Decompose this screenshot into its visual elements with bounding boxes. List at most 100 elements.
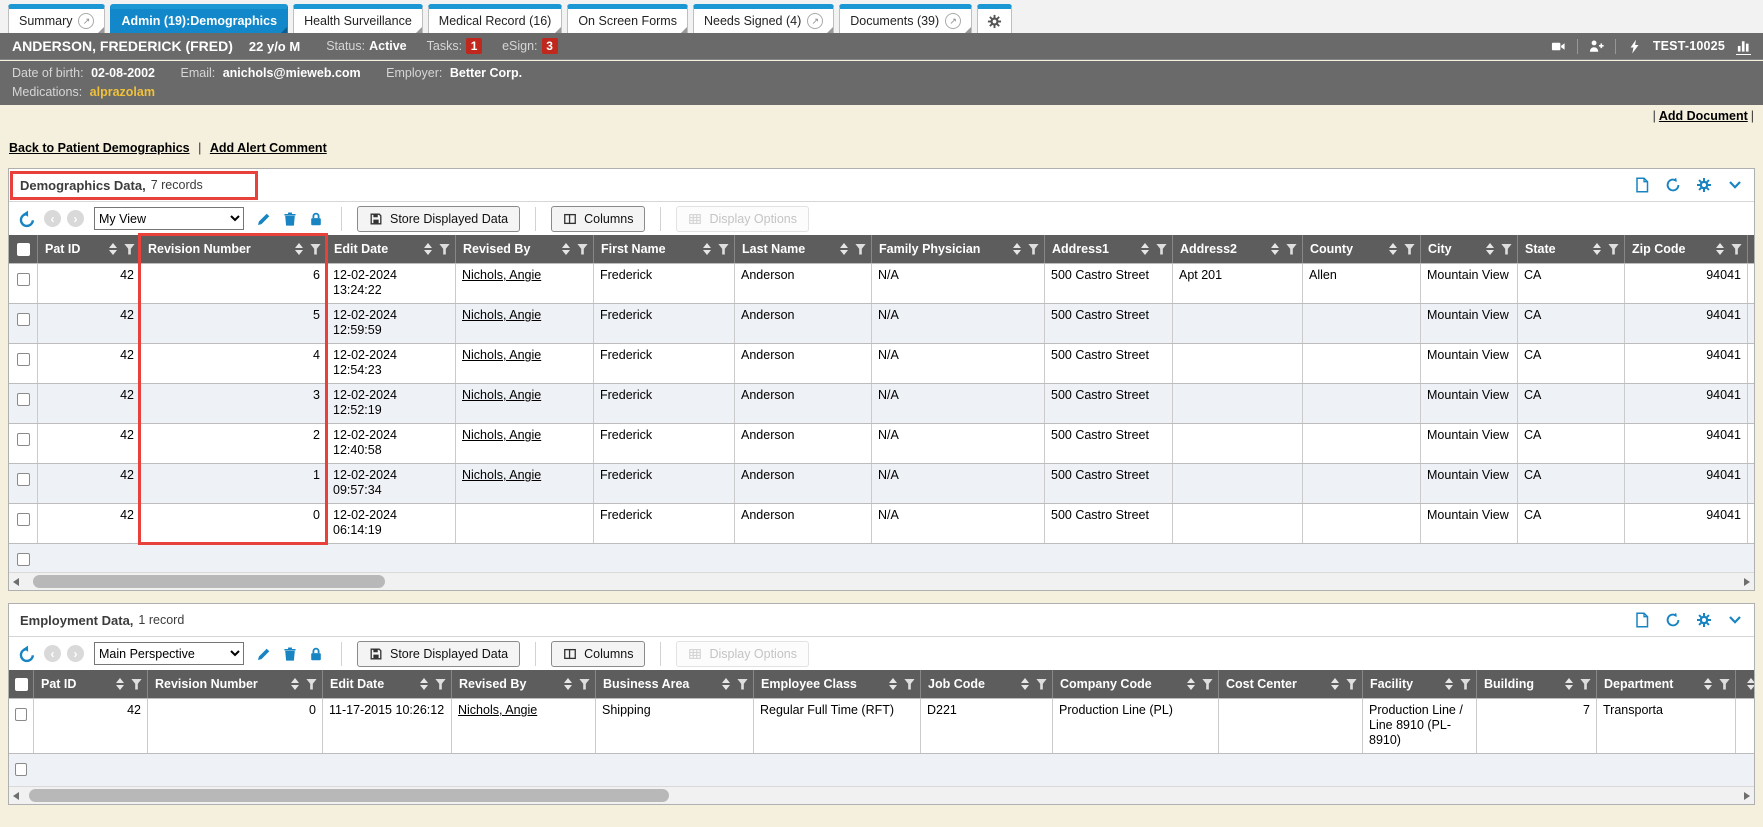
collapse-chevron-icon[interactable]: [1727, 177, 1743, 193]
popout-icon[interactable]: ↗: [945, 13, 961, 29]
nav-back-icon[interactable]: ‹: [44, 210, 61, 227]
column-header-pat-id[interactable]: Pat ID: [33, 670, 147, 698]
lock-view-icon[interactable]: [306, 646, 326, 662]
filter-icon[interactable]: [1580, 679, 1591, 690]
row-checkbox[interactable]: [15, 708, 27, 721]
column-header-edit-date[interactable]: Edit Date: [322, 670, 451, 698]
filter-icon[interactable]: [718, 244, 729, 255]
add-alert-comment-link[interactable]: Add Alert Comment: [210, 141, 327, 155]
tab-on-screen-forms[interactable]: On Screen Forms: [567, 4, 688, 33]
edit-view-pencil-icon[interactable]: [254, 646, 274, 662]
nav-back-icon[interactable]: ‹: [44, 645, 61, 662]
filter-icon[interactable]: [1036, 679, 1047, 690]
tab-documents-39[interactable]: Documents (39)↗: [839, 4, 972, 33]
chart-icon-link[interactable]: [1736, 38, 1751, 55]
column-header-h[interactable]: H: [1735, 670, 1754, 698]
sort-icon[interactable]: [1593, 243, 1601, 255]
delete-view-trash-icon[interactable]: [280, 646, 300, 662]
columns-button[interactable]: Columns: [551, 206, 645, 232]
column-header-revised-by[interactable]: Revised By: [451, 670, 595, 698]
sort-icon[interactable]: [722, 678, 730, 690]
filter-icon[interactable]: [435, 679, 446, 690]
column-header-first-name[interactable]: First Name: [593, 235, 734, 263]
sort-icon[interactable]: [1486, 243, 1494, 255]
column-header-employee-class[interactable]: Employee Class: [753, 670, 920, 698]
sort-icon[interactable]: [1271, 243, 1279, 255]
sort-icon[interactable]: [1704, 678, 1712, 690]
h-scrollbar[interactable]: [9, 572, 1754, 590]
settings-gear-icon[interactable]: [1696, 612, 1712, 628]
sort-icon[interactable]: [1716, 243, 1724, 255]
filter-icon[interactable]: [1719, 679, 1730, 690]
sort-icon[interactable]: [1331, 678, 1339, 690]
delete-view-trash-icon[interactable]: [280, 211, 300, 227]
column-header-city[interactable]: City: [1420, 235, 1517, 263]
sort-icon[interactable]: [291, 678, 299, 690]
collapse-chevron-icon[interactable]: [1727, 612, 1743, 628]
sort-icon[interactable]: [1187, 678, 1195, 690]
column-header-revision-number[interactable]: Revision Number: [140, 235, 326, 263]
refresh-icon[interactable]: [1665, 177, 1681, 193]
view-select[interactable]: My View: [94, 207, 244, 230]
sort-icon[interactable]: [840, 243, 848, 255]
back-to-demographics-link[interactable]: Back to Patient Demographics: [9, 141, 190, 155]
scroll-right-arrow[interactable]: [1744, 792, 1750, 800]
row-checkbox[interactable]: [17, 513, 30, 526]
column-header-facility[interactable]: Facility: [1362, 670, 1476, 698]
filter-icon[interactable]: [1028, 244, 1039, 255]
undo-icon[interactable]: [16, 210, 38, 228]
refresh-icon[interactable]: [1665, 612, 1681, 628]
filter-icon[interactable]: [1156, 244, 1167, 255]
column-header-company-code[interactable]: Company Code: [1052, 670, 1218, 698]
store-displayed-data-button[interactable]: Store Displayed Data: [357, 206, 520, 232]
select-all-checkbox[interactable]: [9, 670, 33, 698]
document-icon[interactable]: [1634, 612, 1650, 628]
row-checkbox[interactable]: [17, 553, 30, 566]
row-checkbox[interactable]: [17, 433, 30, 446]
esign-count-badge[interactable]: 3: [542, 38, 558, 54]
column-header-zip-code[interactable]: Zip Code: [1624, 235, 1747, 263]
filter-icon[interactable]: [737, 679, 748, 690]
filter-icon[interactable]: [1608, 244, 1619, 255]
column-header-job-code[interactable]: Job Code: [920, 670, 1052, 698]
h-scroll-thumb[interactable]: [33, 575, 385, 588]
sort-icon[interactable]: [562, 243, 570, 255]
column-header-address1[interactable]: Address1: [1044, 235, 1172, 263]
lightning-bolt-icon[interactable]: [1627, 39, 1642, 54]
sort-icon[interactable]: [564, 678, 572, 690]
filter-icon[interactable]: [131, 679, 142, 690]
column-header-address2[interactable]: Address2: [1172, 235, 1302, 263]
revised-by-link[interactable]: Nichols, Angie: [462, 428, 541, 442]
medication-link[interactable]: alprazolam: [90, 85, 155, 99]
filter-icon[interactable]: [1202, 679, 1213, 690]
filter-icon[interactable]: [439, 244, 450, 255]
column-header-edit-date[interactable]: Edit Date: [326, 235, 455, 263]
columns-button[interactable]: Columns: [551, 641, 645, 667]
filter-icon[interactable]: [124, 244, 135, 255]
document-icon[interactable]: [1634, 177, 1650, 193]
revised-by-link[interactable]: Nichols, Angie: [462, 468, 541, 482]
sort-icon[interactable]: [1013, 243, 1021, 255]
popout-icon[interactable]: ↗: [807, 13, 823, 29]
sort-icon[interactable]: [703, 243, 711, 255]
row-checkbox[interactable]: [17, 473, 30, 486]
row-checkbox[interactable]: [17, 273, 30, 286]
sort-icon[interactable]: [1747, 678, 1754, 690]
revised-by-link[interactable]: Nichols, Angie: [462, 348, 541, 362]
filter-icon[interactable]: [1404, 244, 1415, 255]
add-person-icon[interactable]: [1589, 39, 1604, 54]
column-header-pat-id[interactable]: Pat ID: [37, 235, 140, 263]
sort-icon[interactable]: [1445, 678, 1453, 690]
undo-icon[interactable]: [16, 645, 38, 663]
lock-view-icon[interactable]: [306, 211, 326, 227]
sort-icon[interactable]: [116, 678, 124, 690]
tab-health-surveillance[interactable]: Health Surveillance: [293, 4, 423, 33]
filter-icon[interactable]: [577, 244, 588, 255]
revised-by-link[interactable]: Nichols, Angie: [462, 308, 541, 322]
filter-icon[interactable]: [579, 679, 590, 690]
perspective-select[interactable]: Main Perspective: [94, 642, 244, 665]
edit-view-pencil-icon[interactable]: [254, 211, 274, 227]
sort-icon[interactable]: [1021, 678, 1029, 690]
nav-forward-icon[interactable]: ›: [67, 210, 84, 227]
tab-medical-record-16[interactable]: Medical Record (16): [428, 4, 563, 33]
